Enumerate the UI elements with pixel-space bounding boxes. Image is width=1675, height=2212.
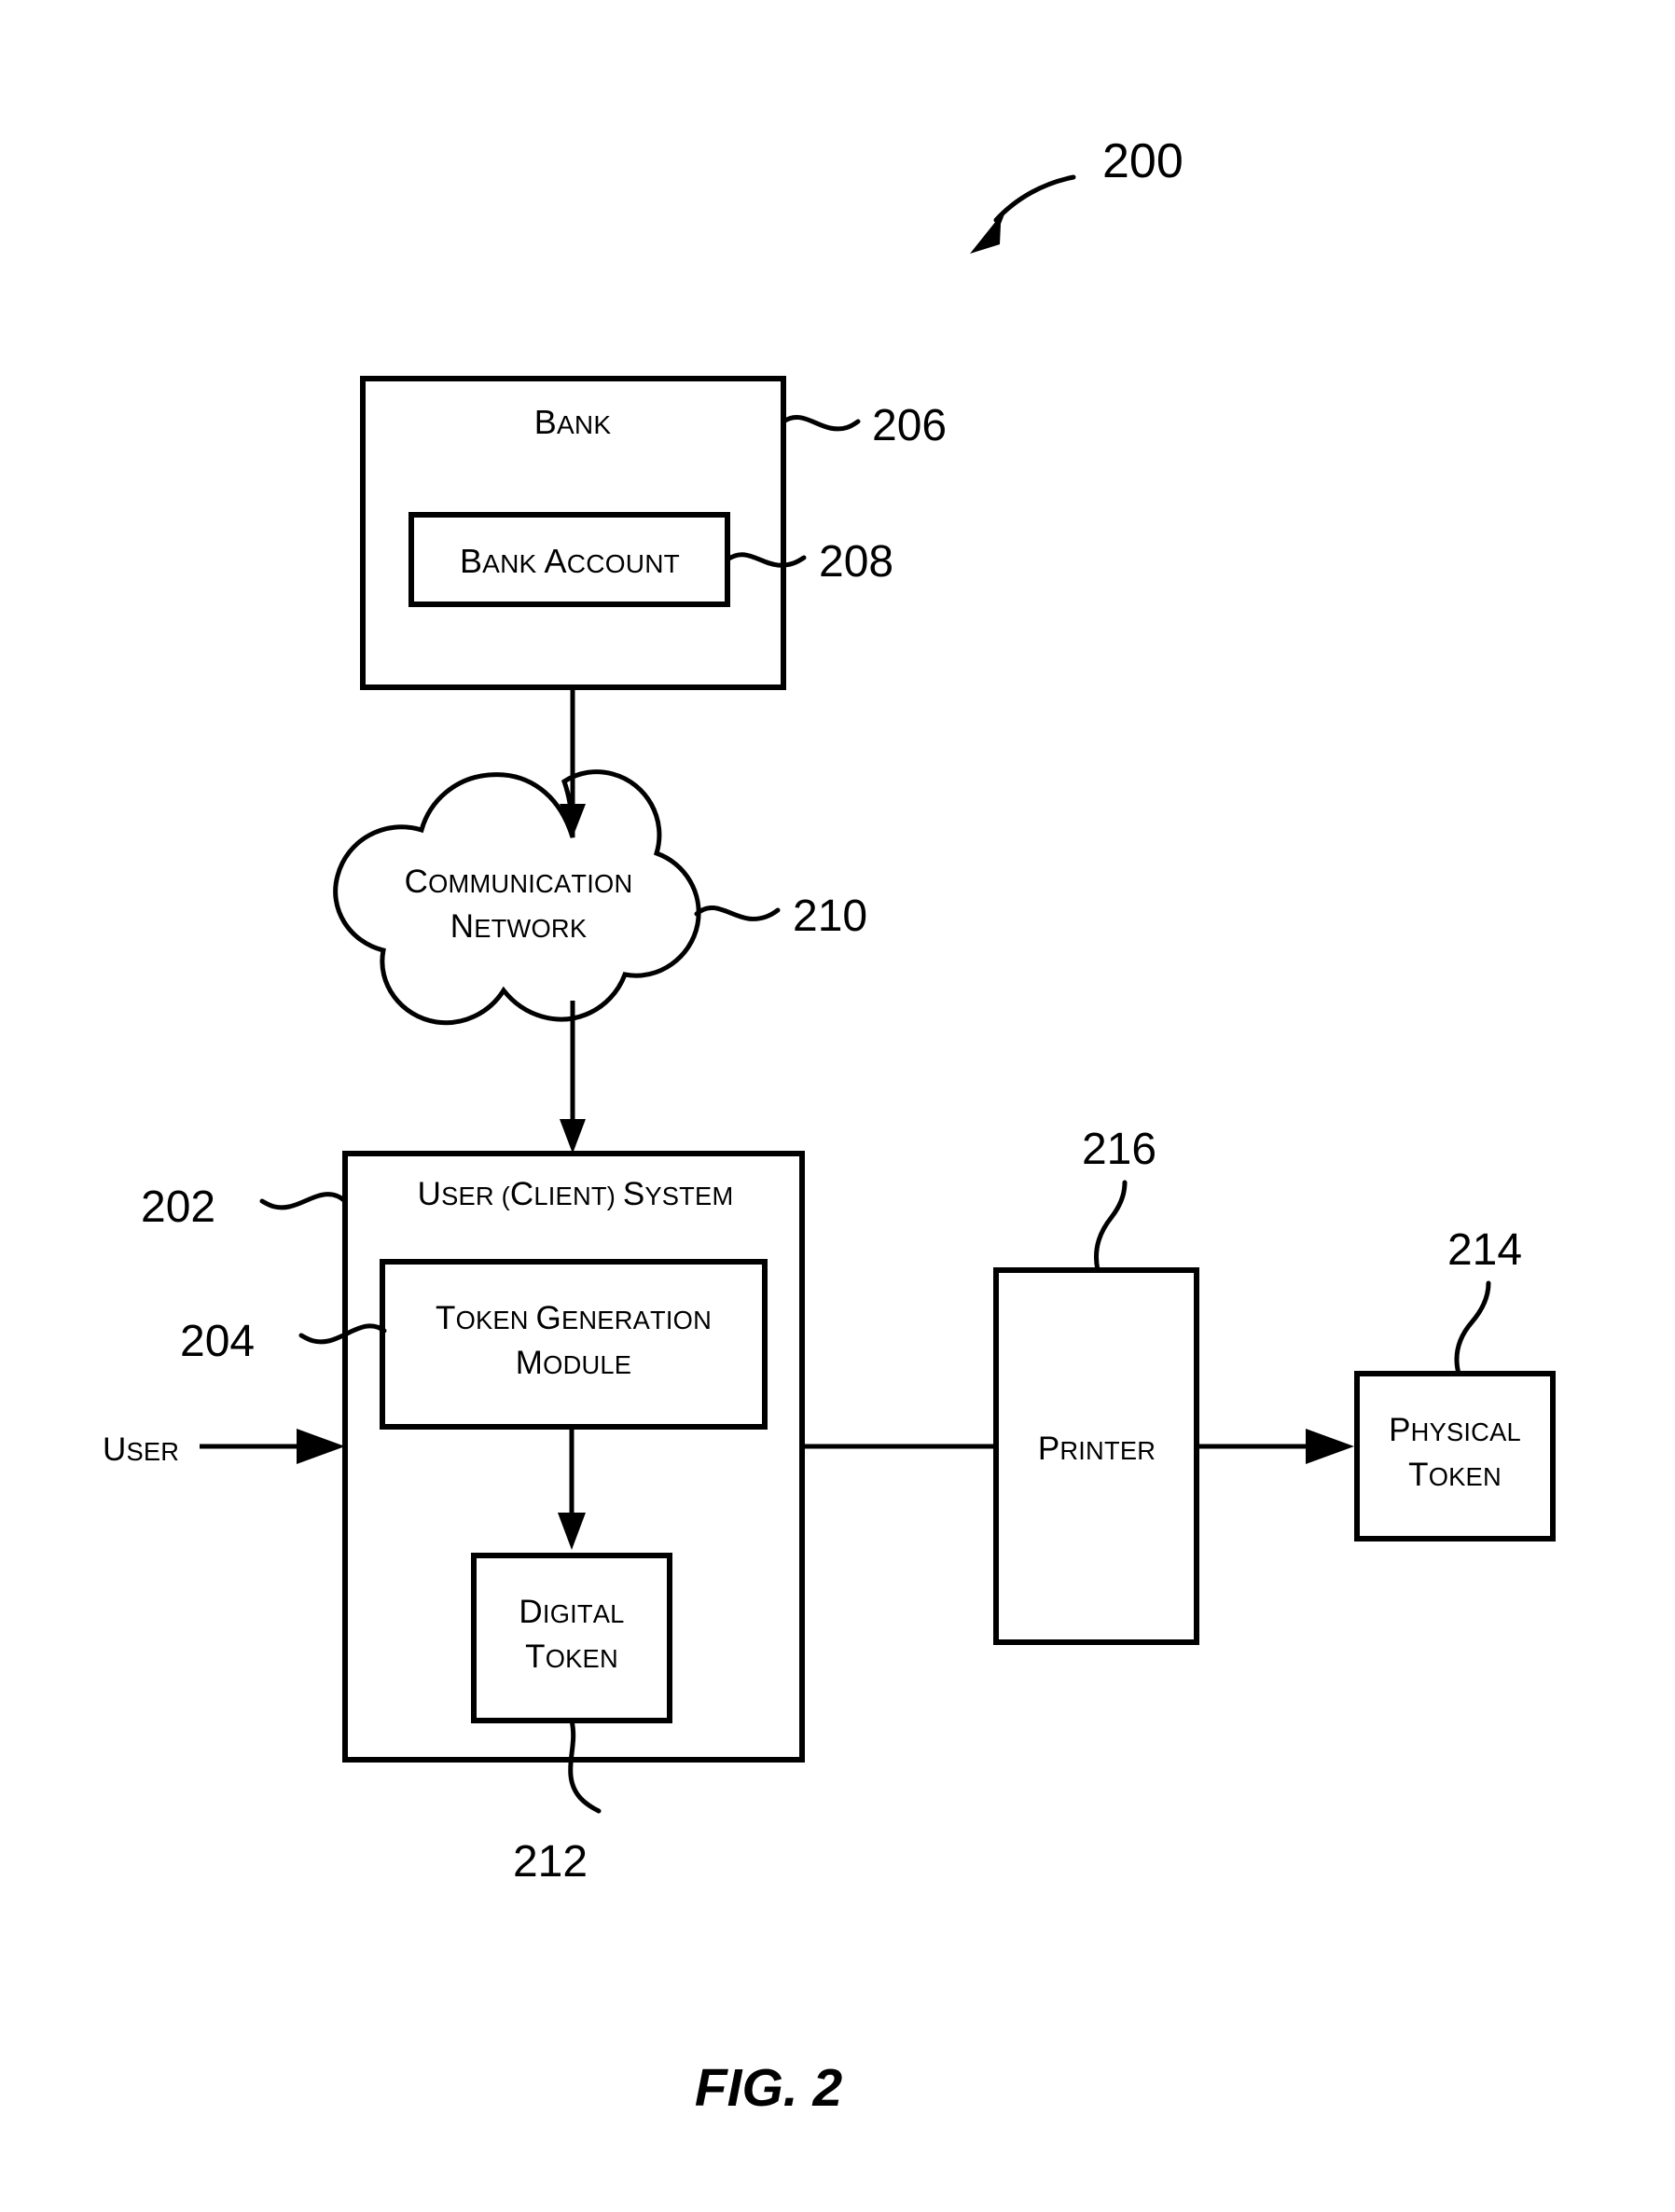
bank-account-label: BANK ACCOUNT bbox=[460, 542, 680, 580]
token-generation-module-box bbox=[380, 1259, 768, 1430]
figure-caption: FIG. 2 bbox=[695, 2058, 843, 2118]
ref-216-leader bbox=[1094, 1180, 1128, 1273]
token-generation-module-label-line1: TOKEN GENERATION bbox=[436, 1300, 712, 1336]
ref-214-leader bbox=[1454, 1280, 1491, 1376]
digital-token-box bbox=[471, 1553, 672, 1723]
printer-label: PRINTER bbox=[1038, 1431, 1156, 1467]
ref-212-leader bbox=[568, 1718, 602, 1814]
system-ref-leader bbox=[970, 174, 1076, 254]
ref-204: 204 bbox=[180, 1317, 255, 1366]
ref-202: 202 bbox=[141, 1182, 215, 1232]
ref-214: 214 bbox=[1447, 1225, 1522, 1275]
user-input-connector bbox=[200, 1429, 345, 1464]
printer-to-physical-token-connector bbox=[1197, 1429, 1354, 1464]
digital-token-label-line1: DIGITAL bbox=[519, 1594, 624, 1630]
communication-network-cloud: COMMUNICATION NETWORK bbox=[333, 769, 701, 1026]
ref-210: 210 bbox=[793, 892, 867, 941]
user-client-system-label: USER (CLIENT) SYSTEM bbox=[418, 1176, 734, 1212]
bank-label: BANK bbox=[534, 403, 612, 441]
ref-210-leader bbox=[694, 906, 781, 921]
network-label-line1: COMMUNICATION bbox=[405, 864, 633, 900]
ref-206-leader bbox=[781, 414, 861, 432]
ref-200: 200 bbox=[1102, 134, 1184, 188]
ref-216: 216 bbox=[1082, 1125, 1156, 1174]
network-to-user-system-connector bbox=[560, 1001, 586, 1154]
digital-token-label-line2: TOKEN bbox=[525, 1638, 618, 1675]
ref-206: 206 bbox=[872, 401, 947, 450]
ref-208-leader bbox=[725, 552, 807, 568]
network-label-line2: NETWORK bbox=[450, 908, 587, 945]
physical-token-label-line2: TOKEN bbox=[1408, 1457, 1502, 1493]
physical-token-box bbox=[1354, 1371, 1556, 1541]
ref-208: 208 bbox=[819, 537, 893, 587]
token-generation-module-label-line2: MODULE bbox=[516, 1345, 631, 1381]
ref-202-leader bbox=[259, 1192, 348, 1210]
ref-212: 212 bbox=[513, 1837, 588, 1887]
patent-figure-page: 200 BANK 206 BANK ACCOUNT 208 COMMUNICAT… bbox=[0, 0, 1675, 2212]
user-label: USER bbox=[103, 1431, 179, 1468]
physical-token-label-line1: PHYSICAL bbox=[1389, 1412, 1521, 1448]
module-to-digital-token-connector bbox=[558, 1427, 586, 1550]
figure-canvas: 200 BANK 206 BANK ACCOUNT 208 COMMUNICAT… bbox=[103, 134, 1556, 2118]
